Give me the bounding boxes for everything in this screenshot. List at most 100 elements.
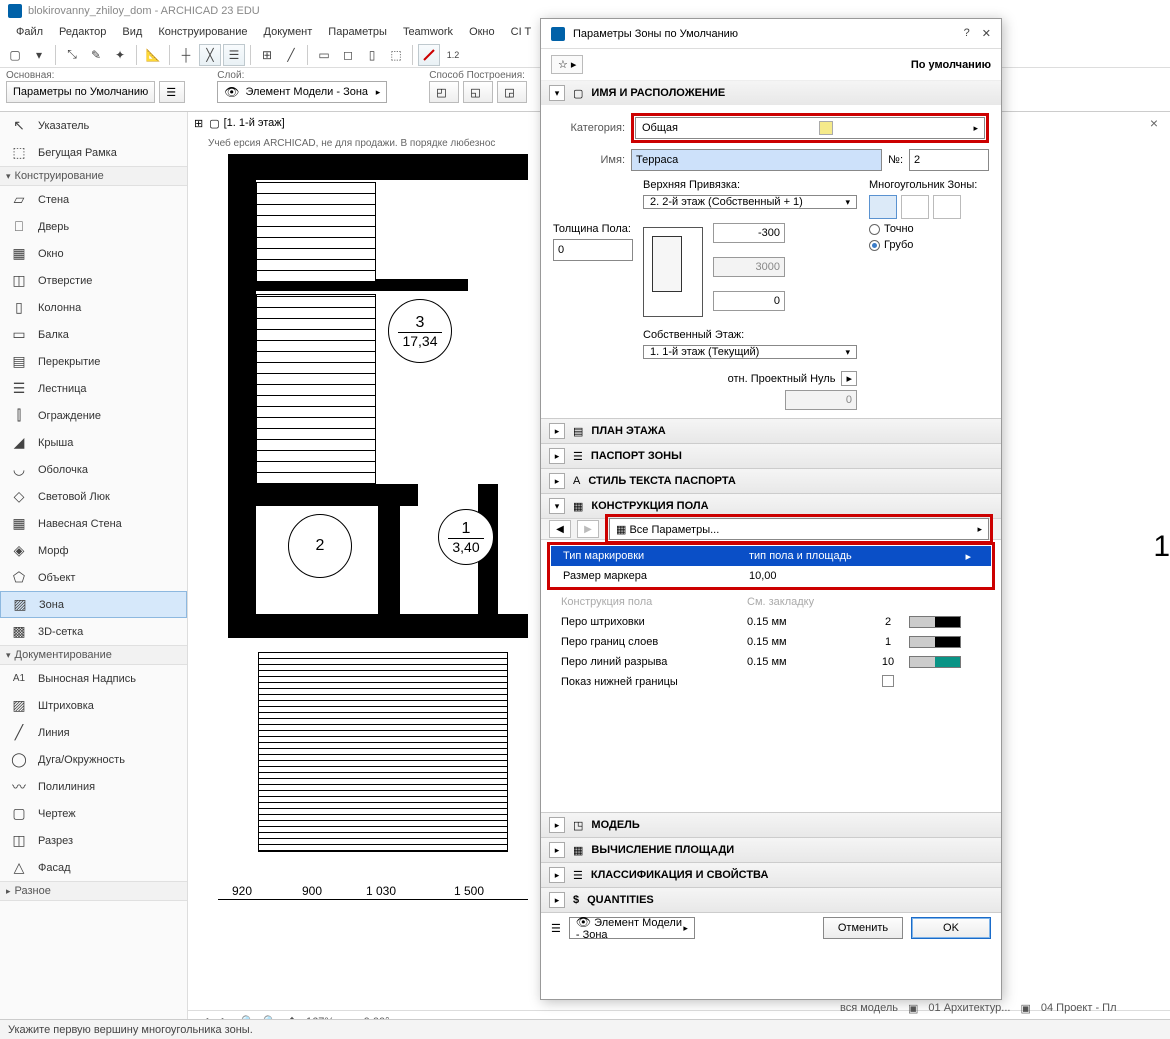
tool-slab[interactable]: ▤Перекрытие bbox=[0, 348, 187, 375]
tool-railing[interactable]: ⫿Ограждение bbox=[0, 402, 187, 429]
menu-options[interactable]: Параметры bbox=[320, 24, 395, 40]
top-link-dropdown[interactable]: 2. 2-й этаж (Собственный + 1)▾ bbox=[643, 195, 857, 209]
param-row-marker-size[interactable]: Размер маркера 10,00 bbox=[551, 566, 991, 586]
measure-icon[interactable]: 📐 bbox=[142, 44, 164, 66]
toggle-area[interactable]: ▸ bbox=[549, 842, 565, 858]
cut-icon[interactable]: ⬚ bbox=[385, 44, 407, 66]
tabstrip-arch[interactable]: 01 Архитектур... bbox=[928, 1002, 1010, 1014]
toggle-class[interactable]: ▸ bbox=[549, 867, 565, 883]
toggle-passport-text[interactable]: ▸ bbox=[549, 473, 565, 489]
layer-dropdown[interactable]: Элемент Модели - Зона ▸ bbox=[217, 81, 387, 103]
tabstrip-model[interactable]: вся модель bbox=[840, 1002, 898, 1014]
menu-design[interactable]: Конструирование bbox=[150, 24, 255, 40]
dialog-help-icon[interactable]: ? bbox=[964, 27, 970, 40]
tool-polyline[interactable]: 〰Полилиния bbox=[0, 773, 187, 800]
snap3-icon[interactable]: ☰ bbox=[223, 44, 245, 66]
all-params-dropdown[interactable]: ▦ Все Параметры...▸ bbox=[609, 518, 989, 540]
tool-column[interactable]: ▯Колонна bbox=[0, 294, 187, 321]
nav-fwd-icon[interactable]: ▶ bbox=[577, 520, 599, 538]
home-story-dropdown[interactable]: 1. 1-й этаж (Текущий)▾ bbox=[643, 345, 857, 359]
poly-type-2[interactable] bbox=[901, 195, 929, 219]
snap2-icon[interactable]: ╳ bbox=[199, 44, 221, 66]
tool-window[interactable]: ▦Окно bbox=[0, 240, 187, 267]
tool-skylight[interactable]: ◇Световой Люк bbox=[0, 483, 187, 510]
ok-button[interactable]: OK bbox=[911, 917, 991, 939]
toggle-model[interactable]: ▸ bbox=[549, 817, 565, 833]
snap1-icon[interactable]: ┼ bbox=[175, 44, 197, 66]
pick-icon[interactable]: ⤡ bbox=[61, 44, 83, 66]
section-doc[interactable]: ▾Документирование bbox=[0, 645, 187, 665]
param-row-break-pen[interactable]: Перо линий разрыва 0.15 мм 10 bbox=[549, 652, 993, 672]
tool-section[interactable]: ◫Разрез bbox=[0, 827, 187, 854]
nav-back-icon[interactable]: ◀ bbox=[549, 520, 571, 538]
menu-edit[interactable]: Редактор bbox=[51, 24, 114, 40]
dropdown-icon[interactable]: ▾ bbox=[28, 44, 50, 66]
top-offset-input[interactable] bbox=[713, 223, 785, 243]
dialog-close-icon[interactable]: ✕ bbox=[982, 27, 991, 40]
text12-icon[interactable]: 1.2 bbox=[442, 44, 464, 66]
poly-exact-radio[interactable]: Точно bbox=[869, 223, 989, 235]
tool-morph[interactable]: ◈Морф bbox=[0, 537, 187, 564]
tool-mesh[interactable]: ▩3D-сетка bbox=[0, 618, 187, 645]
poly-rough-radio[interactable]: Грубо bbox=[869, 239, 989, 251]
rect2-icon[interactable]: ▯ bbox=[361, 44, 383, 66]
tool-roof[interactable]: ◢Крыша bbox=[0, 429, 187, 456]
grid-icon[interactable]: ⊞ bbox=[256, 44, 278, 66]
toggle-floorplan[interactable]: ▸ bbox=[549, 423, 565, 439]
new-icon[interactable]: ▢ bbox=[4, 44, 26, 66]
tool-zone[interactable]: ▨Зона bbox=[0, 591, 187, 618]
grid-view-icon[interactable]: ⊞ bbox=[194, 117, 203, 130]
menu-teamwork[interactable]: Teamwork bbox=[395, 24, 461, 40]
tab-close-button[interactable]: × bbox=[1144, 115, 1164, 131]
param-row-show-bottom[interactable]: Показ нижней границы bbox=[549, 672, 993, 692]
edit-icon[interactable]: ✎ bbox=[85, 44, 107, 66]
floor-thick-input[interactable] bbox=[553, 239, 633, 261]
box-icon[interactable]: ◻ bbox=[337, 44, 359, 66]
wand-icon[interactable]: ✦ bbox=[109, 44, 131, 66]
rect-icon[interactable]: ▭ bbox=[313, 44, 335, 66]
tool-line[interactable]: ╱Линия bbox=[0, 719, 187, 746]
tool-pointer[interactable]: ↖Указатель bbox=[0, 112, 187, 139]
cancel-button[interactable]: Отменить bbox=[823, 917, 903, 939]
toggle-quant[interactable]: ▸ bbox=[549, 892, 565, 908]
menu-ci[interactable]: CI T bbox=[503, 24, 540, 40]
bottom-offset-input[interactable] bbox=[713, 291, 785, 311]
tool-wall[interactable]: ▱Стена bbox=[0, 186, 187, 213]
tool-marquee[interactable]: ⬚Бегущая Рамка bbox=[0, 139, 187, 166]
category-dropdown[interactable]: Общая▸ bbox=[635, 117, 985, 139]
zone-icon-button[interactable]: ☰ bbox=[159, 81, 185, 103]
menu-file[interactable]: Файл bbox=[8, 24, 51, 40]
tool-beam[interactable]: ▭Балка bbox=[0, 321, 187, 348]
tool-stair[interactable]: ☰Лестница bbox=[0, 375, 187, 402]
tabstrip-proj[interactable]: 04 Проект - Пл bbox=[1041, 1002, 1117, 1014]
tool-arc[interactable]: ◯Дуга/Окружность bbox=[0, 746, 187, 773]
tool-facade[interactable]: △Фасад bbox=[0, 854, 187, 881]
menu-document[interactable]: Документ bbox=[256, 24, 321, 40]
param-row-hatch-pen[interactable]: Перо штриховки 0.15 мм 2 bbox=[549, 612, 993, 632]
tool-shell[interactable]: ◡Оболочка bbox=[0, 456, 187, 483]
tool-door[interactable]: ⎕Дверь bbox=[0, 213, 187, 240]
param-row-layer-pen[interactable]: Перо границ слоев 0.15 мм 1 bbox=[549, 632, 993, 652]
build-method-1[interactable]: ◰ bbox=[429, 81, 459, 103]
menu-view[interactable]: Вид bbox=[114, 24, 150, 40]
menu-window[interactable]: Окно bbox=[461, 24, 503, 40]
number-input[interactable] bbox=[909, 149, 989, 171]
tool-object[interactable]: ⬠Объект bbox=[0, 564, 187, 591]
poly-type-1[interactable] bbox=[869, 195, 897, 219]
floor-tab[interactable]: ▢ [1. 1-й этаж] bbox=[209, 117, 285, 130]
guide-icon[interactable]: ╱ bbox=[280, 44, 302, 66]
dim-icon[interactable] bbox=[418, 44, 440, 66]
toggle-passport[interactable]: ▸ bbox=[549, 448, 565, 464]
tool-label[interactable]: A1Выносная Надпись bbox=[0, 665, 187, 692]
param-row-marking-type[interactable]: Тип маркировки тип пола и площадь ▸ bbox=[551, 546, 991, 566]
name-input[interactable] bbox=[631, 149, 882, 171]
favorites-button[interactable]: ☆ ▸ bbox=[551, 55, 583, 74]
poly-type-3[interactable] bbox=[933, 195, 961, 219]
build-method-3[interactable]: ◲ bbox=[497, 81, 527, 103]
collapse-name-section[interactable]: ▾ bbox=[549, 85, 565, 101]
tool-hatch[interactable]: ▨Штриховка bbox=[0, 692, 187, 719]
tool-drawing[interactable]: ▢Чертеж bbox=[0, 800, 187, 827]
tool-curtain[interactable]: ▦Навесная Стена bbox=[0, 510, 187, 537]
toggle-floor-constr[interactable]: ▾ bbox=[549, 498, 565, 514]
default-params-button[interactable]: Параметры по Умолчанию bbox=[6, 81, 155, 103]
